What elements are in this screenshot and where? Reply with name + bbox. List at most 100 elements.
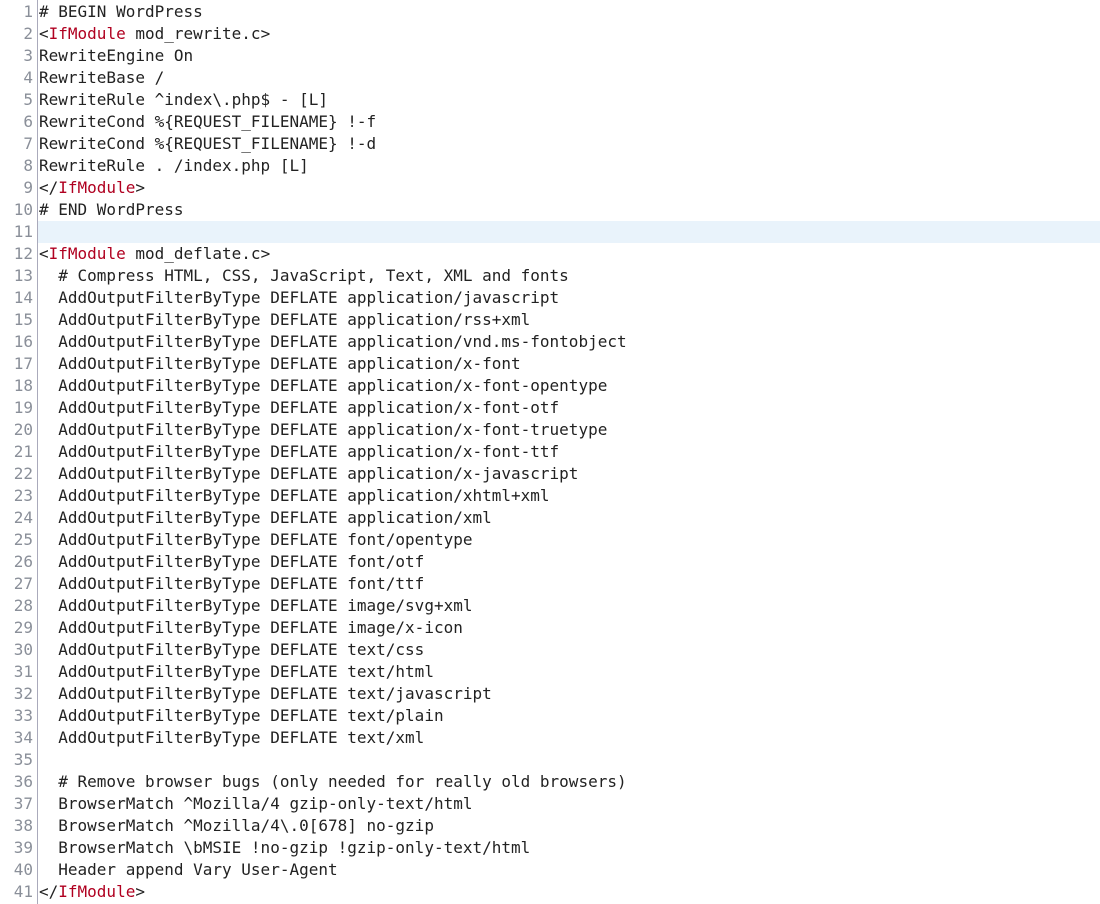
code-line[interactable]: AddOutputFilterByType DEFLATE applicatio… [38, 309, 1100, 331]
line-number: 10 [0, 199, 37, 221]
code-line[interactable]: BrowserMatch ^Mozilla/4 gzip-only-text/h… [38, 793, 1100, 815]
code-line[interactable]: # BEGIN WordPress [38, 1, 1100, 23]
code-line[interactable]: AddOutputFilterByType DEFLATE text/javas… [38, 683, 1100, 705]
code-line[interactable]: <IfModule mod_deflate.c> [38, 243, 1100, 265]
code-line[interactable]: AddOutputFilterByType DEFLATE image/svg+… [38, 595, 1100, 617]
code-line[interactable]: Header append Vary User-Agent [38, 859, 1100, 881]
code-token-plain: RewriteRule . /index.php [L] [39, 156, 309, 175]
code-area[interactable]: # BEGIN WordPress<IfModule mod_rewrite.c… [38, 0, 1100, 904]
code-line[interactable]: BrowserMatch ^Mozilla/4\.0[678] no-gzip [38, 815, 1100, 837]
code-line[interactable]: # Remove browser bugs (only needed for r… [38, 771, 1100, 793]
code-line[interactable] [38, 221, 1100, 243]
code-token-comment: # Compress HTML, CSS, JavaScript, Text, … [39, 266, 569, 285]
code-line[interactable]: AddOutputFilterByType DEFLATE applicatio… [38, 331, 1100, 353]
line-number: 39 [0, 837, 37, 859]
code-token-plain: BrowserMatch ^Mozilla/4 gzip-only-text/h… [39, 794, 472, 813]
code-line[interactable]: AddOutputFilterByType DEFLATE font/ttf [38, 573, 1100, 595]
code-line[interactable]: # Compress HTML, CSS, JavaScript, Text, … [38, 265, 1100, 287]
code-token-plain: AddOutputFilterByType DEFLATE applicatio… [39, 332, 627, 351]
code-line[interactable]: AddOutputFilterByType DEFLATE image/x-ic… [38, 617, 1100, 639]
line-number: 1 [0, 1, 37, 23]
code-line[interactable]: AddOutputFilterByType DEFLATE text/html [38, 661, 1100, 683]
code-token-plain: AddOutputFilterByType DEFLATE font/otf [39, 552, 424, 571]
code-line[interactable]: </IfModule> [38, 177, 1100, 199]
code-line[interactable]: AddOutputFilterByType DEFLATE font/otf [38, 551, 1100, 573]
line-number: 18 [0, 375, 37, 397]
line-number: 14 [0, 287, 37, 309]
code-token-plain: AddOutputFilterByType DEFLATE text/javas… [39, 684, 492, 703]
line-number: 29 [0, 617, 37, 639]
code-line[interactable]: AddOutputFilterByType DEFLATE applicatio… [38, 375, 1100, 397]
code-line[interactable]: RewriteCond %{REQUEST_FILENAME} !-f [38, 111, 1100, 133]
code-line[interactable]: AddOutputFilterByType DEFLATE text/xml [38, 727, 1100, 749]
code-token-plain: Header append Vary User-Agent [39, 860, 338, 879]
code-token-tag: IfModule [49, 244, 126, 263]
line-number: 22 [0, 463, 37, 485]
code-line[interactable]: AddOutputFilterByType DEFLATE applicatio… [38, 441, 1100, 463]
line-number: 34 [0, 727, 37, 749]
code-line[interactable]: AddOutputFilterByType DEFLATE applicatio… [38, 397, 1100, 419]
code-line[interactable]: # END WordPress [38, 199, 1100, 221]
code-token-plain: AddOutputFilterByType DEFLATE text/html [39, 662, 434, 681]
code-token-comment: # END WordPress [39, 200, 184, 219]
line-number: 15 [0, 309, 37, 331]
line-number: 8 [0, 155, 37, 177]
code-token-plain: BrowserMatch ^Mozilla/4\.0[678] no-gzip [39, 816, 434, 835]
code-token-plain: RewriteEngine On [39, 46, 193, 65]
code-token-plain: AddOutputFilterByType DEFLATE image/x-ic… [39, 618, 463, 637]
code-token-punct: > [135, 178, 145, 197]
line-number: 23 [0, 485, 37, 507]
line-number: 41 [0, 881, 37, 903]
code-token-tag: IfModule [49, 24, 126, 43]
line-number: 17 [0, 353, 37, 375]
code-line[interactable]: AddOutputFilterByType DEFLATE text/css [38, 639, 1100, 661]
code-token-plain: AddOutputFilterByType DEFLATE applicatio… [39, 376, 607, 395]
line-number: 21 [0, 441, 37, 463]
line-number: 32 [0, 683, 37, 705]
code-editor[interactable]: 1234567891011121314151617181920212223242… [0, 0, 1100, 904]
code-line[interactable]: RewriteRule ^index\.php$ - [L] [38, 89, 1100, 111]
code-token-tag: IfModule [58, 882, 135, 901]
code-line[interactable]: AddOutputFilterByType DEFLATE applicatio… [38, 419, 1100, 441]
code-line[interactable]: RewriteBase / [38, 67, 1100, 89]
line-number: 20 [0, 419, 37, 441]
line-number: 4 [0, 67, 37, 89]
line-number-gutter: 1234567891011121314151617181920212223242… [0, 0, 38, 904]
code-line[interactable] [38, 749, 1100, 771]
code-token-plain: RewriteCond %{REQUEST_FILENAME} !-d [39, 134, 376, 153]
code-line[interactable]: RewriteEngine On [38, 45, 1100, 67]
line-number: 24 [0, 507, 37, 529]
code-line[interactable]: </IfModule> [38, 881, 1100, 903]
code-line[interactable]: AddOutputFilterByType DEFLATE applicatio… [38, 353, 1100, 375]
code-line[interactable]: AddOutputFilterByType DEFLATE text/plain [38, 705, 1100, 727]
code-line[interactable]: BrowserMatch \bMSIE !no-gzip !gzip-only-… [38, 837, 1100, 859]
line-number: 27 [0, 573, 37, 595]
code-line[interactable]: AddOutputFilterByType DEFLATE applicatio… [38, 287, 1100, 309]
code-token-attr: mod_rewrite.c [126, 24, 261, 43]
line-number: 25 [0, 529, 37, 551]
code-token-plain: AddOutputFilterByType DEFLATE text/css [39, 640, 424, 659]
code-line[interactable]: RewriteCond %{REQUEST_FILENAME} !-d [38, 133, 1100, 155]
code-line[interactable]: <IfModule mod_rewrite.c> [38, 23, 1100, 45]
code-token-plain: AddOutputFilterByType DEFLATE font/opent… [39, 530, 472, 549]
line-number: 36 [0, 771, 37, 793]
code-token-punct: > [261, 24, 271, 43]
line-number: 12 [0, 243, 37, 265]
code-token-punct: </ [39, 882, 58, 901]
line-number: 31 [0, 661, 37, 683]
line-number: 38 [0, 815, 37, 837]
code-line[interactable]: AddOutputFilterByType DEFLATE applicatio… [38, 507, 1100, 529]
code-token-plain: AddOutputFilterByType DEFLATE text/plain [39, 706, 444, 725]
code-token-punct: > [135, 882, 145, 901]
code-token-plain: AddOutputFilterByType DEFLATE applicatio… [39, 508, 492, 527]
line-number: 13 [0, 265, 37, 287]
code-line[interactable]: AddOutputFilterByType DEFLATE font/opent… [38, 529, 1100, 551]
code-line[interactable]: AddOutputFilterByType DEFLATE applicatio… [38, 463, 1100, 485]
line-number: 40 [0, 859, 37, 881]
code-token-punct: > [261, 244, 271, 263]
code-token-plain: AddOutputFilterByType DEFLATE applicatio… [39, 486, 550, 505]
line-number: 2 [0, 23, 37, 45]
code-line[interactable]: RewriteRule . /index.php [L] [38, 155, 1100, 177]
code-line[interactable]: AddOutputFilterByType DEFLATE applicatio… [38, 485, 1100, 507]
code-token-plain: AddOutputFilterByType DEFLATE applicatio… [39, 398, 559, 417]
